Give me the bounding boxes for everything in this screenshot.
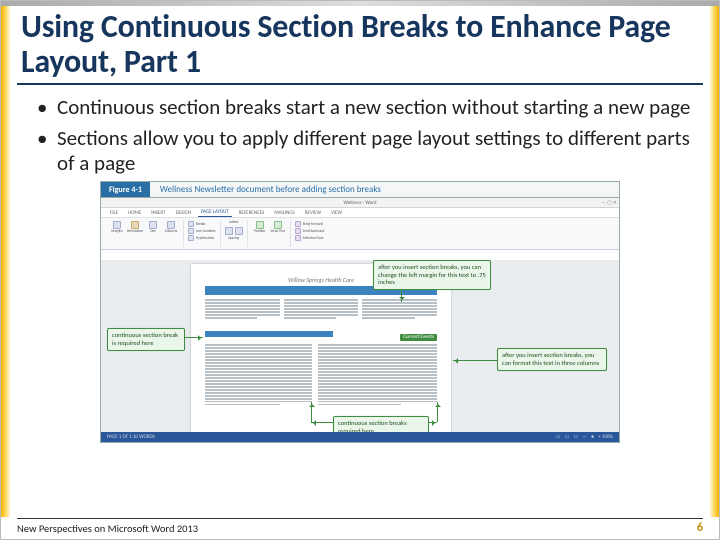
tab-view: VIEW	[328, 209, 345, 217]
orientation-button: Orientation	[127, 221, 143, 239]
arrow-bottom-1h	[311, 422, 333, 423]
right-accent-bar	[709, 6, 719, 517]
tab-home: HOME	[125, 209, 144, 217]
tab-insert: INSERT	[148, 209, 168, 217]
wrap-text-button: Wrap Text	[270, 221, 286, 239]
bullet-1: Continuous section breaks start a new se…	[43, 95, 695, 120]
figure-caption: Wellness Newsletter document before addi…	[150, 184, 381, 195]
left-accent-bar	[1, 6, 11, 517]
footer-text: New Perspectives on Microsoft Word 2013	[17, 522, 198, 535]
figure-4-1: Figure 4-1 Wellness Newsletter document …	[100, 181, 620, 443]
tab-file: FILE	[107, 209, 121, 217]
bullet-list: Continuous section breaks start a new se…	[17, 93, 703, 175]
tab-references: REFERENCES	[236, 209, 268, 217]
word-title: Wellness - Word	[343, 200, 376, 206]
size-button: Size	[145, 221, 161, 239]
callout-bottom: continuous section breaks required here	[333, 416, 429, 432]
columns-button: Columns	[163, 221, 179, 239]
tab-page-layout: PAGE LAYOUT	[198, 208, 232, 217]
page-number: 6	[697, 521, 703, 535]
doc-three-col-intro	[205, 299, 437, 327]
content-area: Using Continuous Section Breaks to Enhan…	[13, 6, 707, 517]
arrow-right	[453, 360, 497, 361]
callout-right: after you insert section breaks, you can…	[497, 348, 607, 371]
ribbon-group-arrange-2: Bring Forward Send Backward Selection Pa…	[291, 220, 329, 247]
ribbon: Margins Orientation Size Columns Breaks …	[101, 218, 619, 250]
word-window: Wellness - Word — ▢ ✕ FILE HOME INSERT D…	[101, 197, 619, 442]
margins-button: Margins	[109, 221, 125, 239]
callout-left: continuous section break is required her…	[107, 328, 185, 351]
status-right: ▭ ▭ ▭ — ● + 100%	[553, 434, 613, 440]
ribbon-group-breaks: Breaks Line Numbers Hyphenation	[184, 220, 221, 247]
title-underline	[17, 83, 703, 85]
arrow-bottom-2	[437, 402, 438, 422]
ribbon-group-page-setup: Margins Orientation Size Columns	[105, 220, 184, 247]
slide-title: Using Continuous Section Breaks to Enhan…	[17, 6, 703, 81]
ribbon-group-paragraph: Indent Spacing	[221, 220, 248, 247]
word-status-bar: PAGE 1 OF 1 10 WORDS ▭ ▭ ▭ — ● + 100%	[101, 432, 619, 442]
position-button: Position	[252, 221, 268, 239]
arrow-bottom-2h	[429, 422, 437, 423]
status-left: PAGE 1 OF 1 10 WORDS	[107, 434, 155, 440]
arrow-top	[401, 290, 402, 302]
arrow-bottom-1	[311, 402, 312, 422]
slide: Using Continuous Section Breaks to Enhan…	[0, 0, 720, 540]
doc-two-col-body	[205, 344, 437, 407]
tab-design: DESIGN	[173, 209, 194, 217]
ribbon-tabs: FILE HOME INSERT DESIGN PAGE LAYOUT REFE…	[101, 208, 619, 218]
tab-review: REVIEW	[302, 209, 324, 217]
callout-top: after you insert section breaks, you can…	[373, 260, 491, 290]
tab-mailings: MAILINGS	[271, 209, 297, 217]
footer: New Perspectives on Microsoft Word 2013 …	[17, 521, 703, 535]
doc-section-tag: Current Events	[400, 334, 437, 341]
ribbon-group-arrange: Position Wrap Text	[248, 220, 291, 247]
figure-label: Figure 4-1	[101, 182, 150, 197]
window-controls: — ▢ ✕	[597, 200, 617, 206]
footer-rule	[17, 518, 703, 519]
figure-caption-bar: Figure 4-1 Wellness Newsletter document …	[101, 182, 619, 197]
bullet-2: Sections allow you to apply different pa…	[43, 126, 695, 176]
word-titlebar: Wellness - Word — ▢ ✕	[101, 198, 619, 208]
document-canvas: Willow Springs Health Care Current Event…	[101, 260, 619, 432]
arrow-left	[185, 337, 203, 338]
